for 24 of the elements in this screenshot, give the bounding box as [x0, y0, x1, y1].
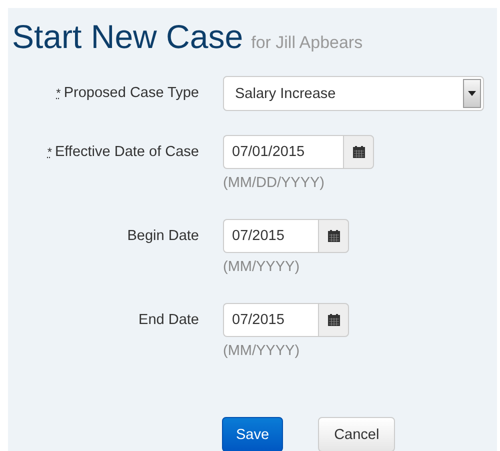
page-title: Start New Case [12, 18, 244, 56]
calendar-icon [352, 146, 364, 158]
date-format-hint: (MM/YYYY) [223, 343, 301, 359]
page-subtitle: for Jill Apbears [251, 33, 363, 53]
date-format-hint: (MM/YYYY) [223, 259, 301, 275]
calendar-icon [328, 230, 340, 242]
field-label: Begin Date [127, 228, 199, 244]
date-field[interactable]: 07/2015 [223, 303, 318, 337]
date-field[interactable]: 07/2015 [223, 219, 318, 253]
cancel-button[interactable]: Cancel [318, 417, 396, 451]
required-marker: * [56, 86, 61, 100]
case-type-dropdown[interactable]: Salary Increase [223, 76, 484, 111]
field-label: End Date [138, 312, 199, 328]
calendar-button[interactable] [343, 135, 374, 169]
save-button[interactable]: Save [222, 417, 284, 451]
calendar-button[interactable] [318, 219, 349, 253]
date-format-hint: (MM/DD/YYYY) [223, 175, 326, 191]
date-field[interactable]: 07/01/2015 [223, 135, 343, 169]
field-label: Effective Date of Case [54, 144, 199, 160]
calendar-button[interactable] [318, 303, 349, 337]
caret-icon[interactable] [463, 79, 481, 108]
required-marker: * [47, 145, 52, 159]
field-label: Proposed Case Type [64, 85, 199, 101]
calendar-icon [328, 314, 340, 326]
